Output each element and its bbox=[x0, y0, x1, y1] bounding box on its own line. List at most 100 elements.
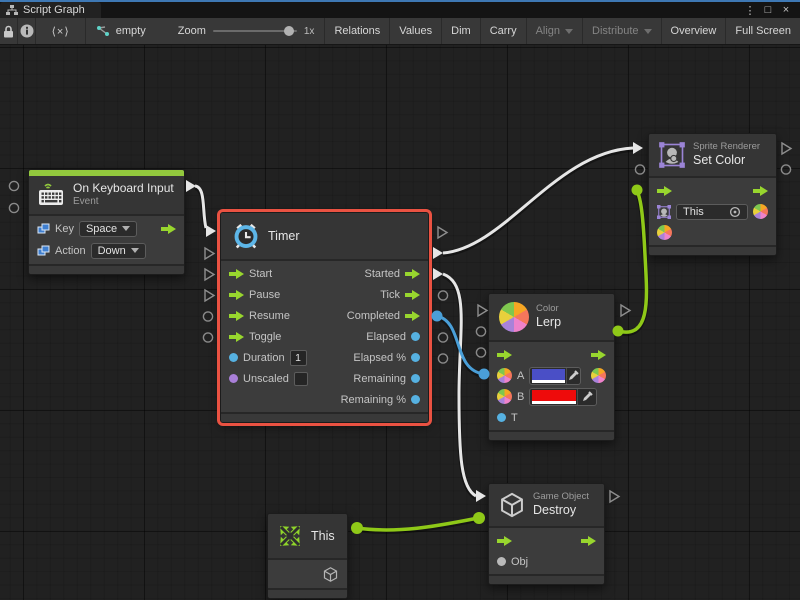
overview-button[interactable]: Overview bbox=[662, 18, 727, 44]
relations-button[interactable]: Relations bbox=[325, 18, 390, 44]
close-icon[interactable]: × bbox=[778, 4, 794, 16]
node-footer bbox=[489, 574, 604, 584]
node-header: On Keyboard Input Event bbox=[29, 176, 184, 216]
value-output-port[interactable] bbox=[411, 395, 420, 404]
tab-script-graph[interactable]: Script Graph bbox=[0, 2, 101, 18]
sprite-renderer-small-icon[interactable] bbox=[657, 205, 671, 219]
port-row: Remaining % bbox=[221, 389, 428, 410]
flow-output-arrow[interactable] bbox=[581, 536, 596, 546]
duration-input[interactable]: 1 bbox=[290, 350, 307, 366]
color-output-icon[interactable] bbox=[753, 204, 768, 219]
key-label: Key bbox=[55, 223, 74, 235]
flow-output-arrow[interactable] bbox=[405, 311, 420, 321]
color-a-field[interactable] bbox=[529, 367, 581, 385]
flow-output-arrow[interactable] bbox=[405, 269, 420, 279]
game-object-output-icon[interactable] bbox=[322, 566, 339, 583]
flow-output-arrow[interactable] bbox=[753, 186, 768, 196]
port-row-a: A bbox=[489, 365, 614, 386]
sprite-renderer-icon bbox=[658, 141, 686, 169]
code-preview-button[interactable]: ⟨×⟩ bbox=[36, 18, 85, 44]
node-footer bbox=[649, 245, 776, 255]
color-input-icon[interactable] bbox=[657, 225, 672, 240]
node-destroy[interactable]: Game Object Destroy Obj bbox=[488, 483, 605, 585]
output-label: Remaining bbox=[353, 373, 406, 385]
key-value: Space bbox=[86, 223, 117, 235]
zoom-slider[interactable] bbox=[213, 30, 297, 32]
color-port-icon[interactable] bbox=[497, 389, 512, 404]
flow-output-arrow[interactable] bbox=[161, 224, 176, 234]
flow-input-arrow[interactable] bbox=[229, 269, 244, 279]
unscaled-checkbox[interactable] bbox=[294, 372, 308, 386]
node-header: Game Object Destroy bbox=[489, 484, 604, 528]
lock-button[interactable] bbox=[0, 18, 18, 44]
window-menu-icon[interactable]: ⋮ bbox=[742, 4, 758, 17]
port-row-self-output bbox=[268, 562, 347, 586]
node-this[interactable]: This bbox=[267, 513, 348, 599]
port-row: Pause Tick bbox=[221, 284, 428, 305]
lock-icon bbox=[3, 25, 14, 38]
eyedropper-button[interactable] bbox=[566, 367, 580, 385]
flow-input-arrow[interactable] bbox=[229, 332, 244, 342]
carry-button[interactable]: Carry bbox=[481, 18, 527, 44]
action-dropdown[interactable]: Down bbox=[91, 243, 146, 259]
flow-input-arrow[interactable] bbox=[229, 290, 244, 300]
info-button[interactable] bbox=[18, 18, 36, 44]
node-on-keyboard-input[interactable]: On Keyboard Input Event Key Space bbox=[28, 169, 185, 275]
color-port-icon[interactable] bbox=[497, 368, 512, 383]
input-label: Toggle bbox=[249, 331, 281, 343]
dim-button[interactable]: Dim bbox=[442, 18, 481, 44]
object-picker-icon[interactable] bbox=[729, 206, 741, 218]
t-label: T bbox=[511, 412, 518, 424]
zoom-slider-knob[interactable] bbox=[284, 26, 294, 36]
node-category: Game Object bbox=[533, 491, 589, 503]
eyedropper-icon bbox=[582, 391, 593, 402]
value-input-port[interactable] bbox=[497, 557, 506, 566]
color-a-swatch[interactable] bbox=[532, 369, 564, 383]
node-category: Color bbox=[536, 303, 561, 315]
node-header: Timer bbox=[221, 213, 428, 261]
node-footer bbox=[221, 412, 428, 422]
flow-input-arrow[interactable] bbox=[229, 311, 244, 321]
action-label: Action bbox=[55, 245, 86, 257]
output-label: Completed bbox=[347, 310, 400, 322]
graph-canvas[interactable]: On Keyboard Input Event Key Space bbox=[0, 45, 800, 600]
flow-input-arrow[interactable] bbox=[497, 536, 512, 546]
align-label: Align bbox=[536, 25, 560, 37]
key-dropdown[interactable]: Space bbox=[79, 221, 137, 237]
value-output-port[interactable] bbox=[411, 374, 420, 383]
chevron-down-icon bbox=[131, 248, 139, 253]
align-button[interactable]: Align bbox=[527, 18, 583, 44]
color-output-icon[interactable] bbox=[591, 368, 606, 383]
port-row: Toggle Elapsed bbox=[221, 326, 428, 347]
node-set-color[interactable]: Sprite Renderer Set Color bbox=[648, 133, 777, 256]
node-title: Lerp bbox=[536, 315, 561, 331]
distribute-button[interactable]: Distribute bbox=[583, 18, 661, 44]
value-output-port[interactable] bbox=[411, 332, 420, 341]
node-timer[interactable]: Timer Start Started Pause Tick Resume Co… bbox=[220, 212, 429, 423]
literal-icon bbox=[37, 223, 50, 235]
value-input-port[interactable] bbox=[229, 353, 238, 362]
graph-breadcrumb[interactable]: empty bbox=[86, 18, 156, 44]
values-button[interactable]: Values bbox=[390, 18, 442, 44]
node-body: Key Space Action Down bbox=[29, 216, 184, 264]
maximize-icon[interactable]: □ bbox=[760, 4, 776, 16]
node-header: Color Lerp bbox=[489, 294, 614, 342]
node-title: On Keyboard Input bbox=[73, 181, 174, 196]
fullscreen-button[interactable]: Full Screen bbox=[726, 18, 800, 44]
color-b-field[interactable] bbox=[529, 388, 597, 406]
node-color-lerp[interactable]: Color Lerp A bbox=[488, 293, 615, 441]
flow-row bbox=[649, 180, 776, 201]
flow-output-arrow[interactable] bbox=[591, 350, 606, 360]
flow-input-arrow[interactable] bbox=[497, 350, 512, 360]
eyedropper-button[interactable] bbox=[577, 388, 596, 406]
target-object-field[interactable]: This bbox=[676, 204, 748, 220]
value-output-port[interactable] bbox=[411, 353, 420, 362]
value-input-port[interactable] bbox=[229, 374, 238, 383]
distribute-label: Distribute bbox=[592, 25, 638, 37]
flow-input-arrow[interactable] bbox=[657, 186, 672, 196]
input-label: Start bbox=[249, 268, 272, 280]
flow-output-arrow[interactable] bbox=[405, 290, 420, 300]
value-input-port[interactable] bbox=[497, 413, 506, 422]
zoom-value: 1x bbox=[304, 26, 315, 37]
color-b-swatch[interactable] bbox=[532, 390, 576, 404]
